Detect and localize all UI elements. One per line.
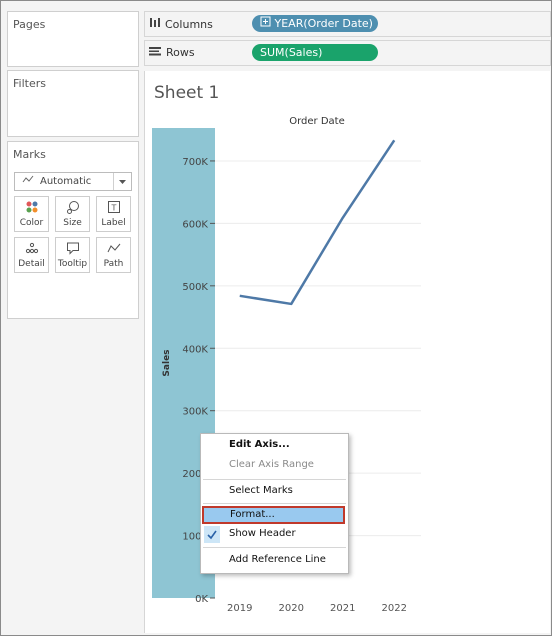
size-icon	[56, 200, 89, 218]
filters-card[interactable]: Filters	[7, 70, 139, 137]
svg-text:T: T	[110, 204, 116, 213]
detail-icon	[15, 241, 48, 259]
columns-shelf-header: Columns	[149, 17, 213, 31]
path-icon	[97, 241, 130, 259]
rows-pill-label: SUM(Sales)	[260, 46, 323, 59]
menu-item-format[interactable]: Format...	[202, 506, 345, 524]
color-button[interactable]: Color	[14, 196, 49, 232]
rows-label: Rows	[166, 46, 195, 59]
axis-context-menu: Edit Axis... Clear Axis Range Select Mar…	[200, 433, 349, 574]
tooltip-label: Tooltip	[57, 259, 88, 269]
filters-title: Filters	[13, 77, 46, 90]
menu-item-add-reference-line[interactable]: Add Reference Line	[229, 554, 326, 565]
menu-separator	[203, 479, 346, 480]
menu-item-clear-axis-range: Clear Axis Range	[229, 459, 314, 470]
columns-pill-label: YEAR(Order Date)	[274, 17, 373, 30]
size-label: Size	[63, 218, 82, 228]
color-label: Color	[19, 218, 44, 228]
marks-card: Marks Automatic Color Size T Label Detai…	[7, 141, 139, 319]
rows-icon	[149, 46, 161, 59]
mark-type-dropdown[interactable]: Automatic	[14, 172, 132, 191]
menu-item-format-label: Format...	[230, 509, 275, 520]
pages-card[interactable]: Pages	[7, 11, 139, 67]
columns-label: Columns	[165, 17, 213, 31]
detail-button[interactable]: Detail	[14, 237, 49, 273]
expand-plus-icon	[260, 15, 271, 32]
path-button[interactable]: Path	[96, 237, 131, 273]
mark-type-value: Automatic	[40, 176, 92, 187]
size-button[interactable]: Size	[55, 196, 90, 232]
label-label: Label	[101, 218, 126, 228]
menu-item-edit-axis[interactable]: Edit Axis...	[229, 439, 290, 450]
menu-separator	[203, 503, 346, 504]
tableau-window: Pages Filters Marks Automatic Color Size	[0, 0, 552, 636]
path-label: Path	[103, 259, 124, 269]
tooltip-icon	[56, 241, 89, 259]
detail-label: Detail	[18, 259, 45, 269]
checkmark-icon	[204, 526, 220, 543]
sum-sales-pill[interactable]: SUM(Sales)	[252, 44, 378, 61]
marks-title: Marks	[13, 148, 46, 161]
year-order-date-pill[interactable]: YEAR(Order Date)	[252, 15, 378, 32]
menu-item-show-header[interactable]: Show Header	[201, 526, 346, 544]
menu-separator	[203, 547, 346, 548]
tooltip-button[interactable]: Tooltip	[55, 237, 90, 273]
line-mark-icon	[22, 173, 34, 193]
label-button[interactable]: T Label	[96, 196, 131, 232]
chevron-down-icon	[113, 173, 131, 190]
sheet-title: Sheet 1	[154, 83, 220, 103]
menu-item-select-marks[interactable]: Select Marks	[229, 485, 293, 496]
pages-title: Pages	[13, 18, 46, 31]
menu-item-show-header-label: Show Header	[229, 528, 296, 539]
color-icon	[15, 200, 48, 218]
columns-icon	[149, 17, 160, 31]
rows-shelf-header: Rows	[149, 46, 195, 59]
label-icon: T	[97, 200, 130, 218]
